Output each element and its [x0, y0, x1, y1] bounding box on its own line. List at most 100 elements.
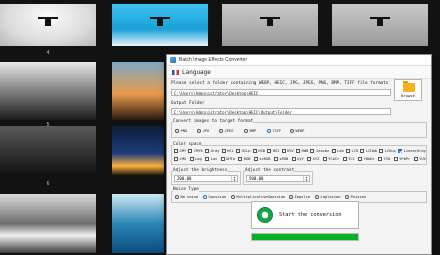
thumbnail[interactable] [0, 4, 96, 46]
color-space-option-label: HWB [301, 149, 309, 153]
format-option-jpg[interactable]: JPG [197, 129, 209, 133]
format-option-png[interactable]: PNG [175, 129, 187, 133]
color-space-option-scrgb[interactable]: scRGB [253, 156, 270, 162]
thumbnail[interactable] [0, 62, 96, 120]
browse-button[interactable]: Browse [394, 79, 422, 101]
format-group-label: Convert images to target format [173, 119, 254, 124]
thumbnail[interactable] [0, 126, 96, 176]
color-space-option-label: LCHuv [384, 149, 396, 153]
color-space-option-label: YCbCr [328, 157, 340, 161]
format-option-bmp[interactable]: BMP [244, 129, 256, 133]
contrast-label: Adjust the contrast [245, 168, 295, 173]
color-space-row: CMY CMYK Gray HCL HCLp HSB HSI HSV HWB Jzazbz Lab L… [174, 148, 426, 154]
format-option-webp[interactable]: WEBP [290, 129, 304, 133]
color-space-option-lab[interactable]: Lab [331, 148, 344, 154]
brightness-spinbox[interactable]: 200.00 ▲ ▼ [174, 175, 238, 182]
spin-arrows-icon[interactable]: ▲ ▼ [303, 176, 309, 181]
thumbnail[interactable] [332, 4, 428, 46]
converter-window: Batch Image Effects Converter Language P… [166, 54, 432, 255]
color-space-option-label: LCH [351, 149, 359, 153]
color-space-option-hwb[interactable]: HWB [296, 148, 308, 154]
thumbnail[interactable] [112, 62, 164, 120]
color-space-label: Color space [173, 142, 202, 147]
thumbnail[interactable] [0, 194, 96, 253]
thumbnail[interactable] [112, 126, 164, 176]
color-space-option-lineargray[interactable]: LinearGray [398, 148, 426, 154]
spin-arrows-icon[interactable]: ▲ ▼ [231, 176, 237, 181]
thumbnail[interactable] [112, 4, 208, 46]
checkbox-checked-icon [398, 149, 403, 153]
checkbox-icon [331, 149, 336, 153]
color-space-option-label: HSB [258, 149, 265, 153]
color-space-option-lch[interactable]: LCH [345, 148, 359, 154]
start-conversion-button[interactable]: Start the conversion [251, 201, 359, 229]
color-space-option-xyy[interactable]: XyY [291, 156, 304, 162]
color-space-option-label: XYZ [312, 157, 320, 161]
color-space-option-xyz[interactable]: XYZ [307, 156, 319, 162]
color-space-row: LMS Log Luv OHTa RGB scRGB sRGB XyY XYZ YCbCr YCC Y… [174, 156, 426, 162]
thumbnail[interactable] [112, 194, 164, 253]
color-space-option-cmy[interactable]: CMY [174, 148, 186, 154]
color-space-option-hclp[interactable]: HCLp [236, 148, 251, 154]
checkbox-icon [267, 149, 272, 153]
color-space-option-log[interactable]: Log [189, 156, 202, 162]
color-space-option-ohta[interactable]: OHTa [220, 156, 235, 162]
checkbox-icon [379, 149, 384, 153]
color-space-option-luv[interactable]: Luv [205, 156, 217, 162]
format-option-jpeg[interactable]: JPEG [219, 129, 233, 133]
color-space-option-lms[interactable]: LMS [174, 156, 186, 162]
color-space-option-rgb[interactable]: RGB [238, 156, 251, 162]
contrast-spinbox[interactable]: 500.00 ▲ ▼ [246, 175, 310, 182]
noise-option-impulse[interactable]: Impulse [289, 195, 310, 199]
color-space-option-label: OHTa [226, 157, 235, 161]
noise-option-gaussian[interactable]: Gaussian [203, 195, 226, 199]
color-space-option-srgb[interactable]: sRGB [273, 156, 288, 162]
folder-icon [403, 81, 415, 92]
color-space-option-label: LinearGray [403, 149, 426, 153]
color-space-option-ycc[interactable]: YCC [342, 156, 355, 162]
color-space-option-gray[interactable]: Gray [205, 148, 219, 154]
brightness-label: Adjust the brightness [173, 168, 228, 173]
checkbox-icon [236, 149, 241, 153]
checkbox-icon [360, 149, 365, 153]
noise-option-poisson[interactable]: Poisson [345, 195, 366, 199]
checkbox-icon [253, 157, 258, 161]
color-space-option-ypbpr[interactable]: YPbPr [393, 156, 411, 162]
color-space-option-label: Lab [337, 149, 344, 153]
thumbnail[interactable] [222, 4, 318, 46]
progress-fill [252, 234, 358, 240]
checkbox-icon [252, 149, 257, 153]
menu-bar: Language [167, 66, 431, 79]
color-space-option-label: YPbPr [399, 157, 411, 161]
checkbox-icon [291, 157, 296, 161]
start-conversion-label: Start the conversion [279, 212, 342, 218]
color-space-option-hsi[interactable]: HSI [267, 148, 279, 154]
language-menu[interactable]: Language [182, 69, 211, 76]
title-bar[interactable]: Batch Image Effects Converter [167, 55, 431, 66]
color-space-option-cmyk[interactable]: CMYK [188, 148, 203, 154]
color-space-option-yuv[interactable]: YUV [413, 156, 426, 162]
color-space-option-lchab[interactable]: LCHab [360, 148, 377, 154]
color-space-option-lchuv[interactable]: LCHuv [379, 148, 396, 154]
color-space-option-ycbcr[interactable]: YCbCr [322, 156, 340, 162]
noise-option-multiplicative-gaussian[interactable]: MultiplicativeGaussian [231, 195, 285, 199]
checkbox-icon [189, 157, 194, 161]
input-folder-field[interactable]: C:\Users\Administrator\Desktop\HEIC [171, 89, 391, 96]
color-space-option-yiq[interactable]: YIQ [378, 156, 390, 162]
checkbox-icon [281, 149, 286, 153]
checkbox-icon [188, 149, 193, 153]
color-space-option-hsb[interactable]: HSB [252, 148, 265, 154]
noise-option-none[interactable]: No noise [175, 195, 198, 199]
color-space-option-label: Jzazbz [315, 149, 330, 153]
color-space-option-label: YIQ [383, 157, 391, 161]
checkbox-icon [174, 157, 178, 161]
output-folder-field[interactable]: C:\Users\Administrator\Desktop\HEIC\Outp… [171, 108, 391, 115]
color-space-option-ydbdr[interactable]: YDbDr [358, 156, 375, 162]
checkbox-icon [342, 157, 347, 161]
format-option-tiff[interactable]: TIFF [267, 129, 281, 133]
checkbox-icon [393, 157, 398, 161]
noise-option-laplacian[interactable]: Laplacian [315, 195, 340, 199]
color-space-option-jzazbz[interactable]: Jzazbz [310, 148, 329, 154]
color-space-option-hcl[interactable]: HCL [221, 148, 234, 154]
color-space-option-hsv[interactable]: HSV [281, 148, 294, 154]
